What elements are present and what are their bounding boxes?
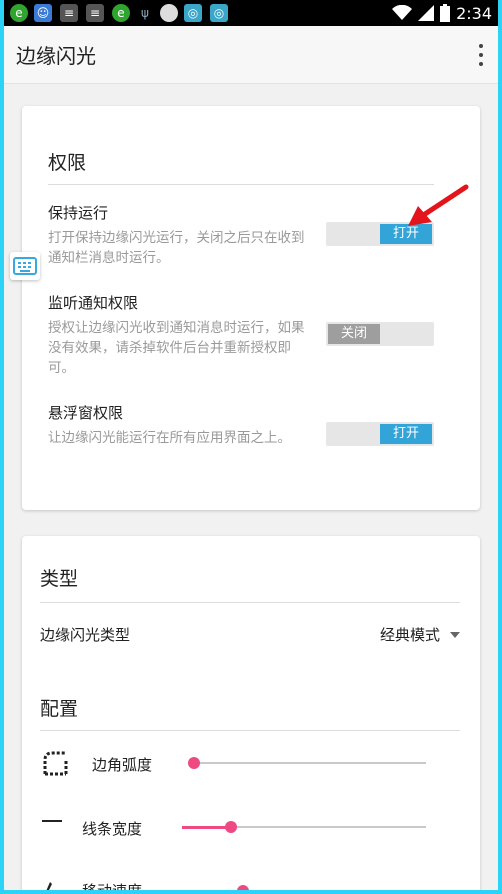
globe-icon: ◎ [184, 4, 202, 22]
speed-icon [46, 882, 52, 890]
app-icon: ☺ [34, 4, 52, 22]
notification-permission-desc: 授权让边缘闪光收到通知消息时运行，如果没有效果，请杀掉软件后台并重新授权即可。 [48, 320, 305, 376]
divider [40, 602, 460, 603]
wifi-icon [392, 5, 413, 20]
annotation-arrow-icon [408, 184, 469, 226]
slider-thumb[interactable] [224, 821, 237, 833]
overlay-permission-desc: 让边缘闪光能运行在所有应用界面之上。 [48, 430, 291, 446]
status-bar: e ☺ ≡ ≡ e ψ ◎ ◎ 2:34 [4, 0, 498, 26]
signal-icon [418, 5, 435, 21]
keep-running-desc: 打开保持边缘闪光运行，关闭之后只在收到通知栏消息时运行。 [48, 230, 305, 266]
flash-type-value: 经典模式 [379, 626, 440, 644]
status-time: 2:34 [456, 3, 492, 23]
move-speed-label: 移动速度 [82, 880, 142, 890]
settings-card: 类型 边缘闪光类型 经典模式 配置 边角弧度 线条宽度 移动速度 [22, 536, 480, 890]
toggle-label: 关闭 [328, 324, 380, 344]
app-frame: e ☺ ≡ ≡ e ψ ◎ ◎ 2:34 边缘闪光 权限 保持运行 打开保持边缘… [4, 0, 498, 890]
circle-icon [160, 4, 178, 22]
overlay-permission-title: 悬浮窗权限 [48, 404, 124, 422]
type-title: 类型 [40, 568, 79, 590]
notification-permission-title: 监听通知权限 [48, 294, 139, 312]
slider-thumb[interactable] [188, 757, 200, 769]
slider-fill [182, 889, 243, 890]
message-icon: ≡ [60, 4, 78, 22]
slider-track[interactable] [194, 762, 426, 764]
message-icon: ≡ [86, 4, 104, 22]
slider-fill [182, 825, 231, 829]
app-bar: 边缘闪光 [4, 26, 498, 84]
chevron-down-icon [450, 631, 460, 638]
keep-running-title: 保持运行 [48, 204, 109, 222]
browser-icon: e [112, 4, 130, 22]
divider [48, 184, 434, 185]
notification-permission-toggle[interactable]: 关闭 [326, 322, 434, 346]
more-vert-icon[interactable] [478, 44, 484, 66]
permissions-title: 权限 [48, 152, 87, 174]
permissions-card: 权限 保持运行 打开保持边缘闪光运行，关闭之后只在收到通知栏消息时运行。 打开 … [22, 106, 480, 510]
rounded-corner-icon [43, 751, 68, 776]
flash-type-dropdown[interactable]: 经典模式 [380, 624, 460, 645]
toggle-label: 打开 [380, 424, 432, 444]
config-title: 配置 [40, 698, 79, 720]
usb-icon: ψ [141, 6, 149, 20]
corner-radius-label: 边角弧度 [92, 756, 153, 774]
line-weight-icon [42, 820, 62, 822]
slider-thumb[interactable] [237, 885, 249, 890]
flash-type-label: 边缘闪光类型 [40, 626, 131, 644]
keyboard-icon[interactable] [10, 252, 40, 280]
overlay-permission-toggle[interactable]: 打开 [326, 422, 434, 446]
battery-icon [440, 4, 451, 22]
divider [40, 730, 460, 731]
globe-icon: ◎ [210, 4, 228, 22]
browser-icon: e [10, 4, 28, 22]
page-title: 边缘闪光 [16, 44, 96, 68]
line-width-label: 线条宽度 [82, 820, 143, 838]
